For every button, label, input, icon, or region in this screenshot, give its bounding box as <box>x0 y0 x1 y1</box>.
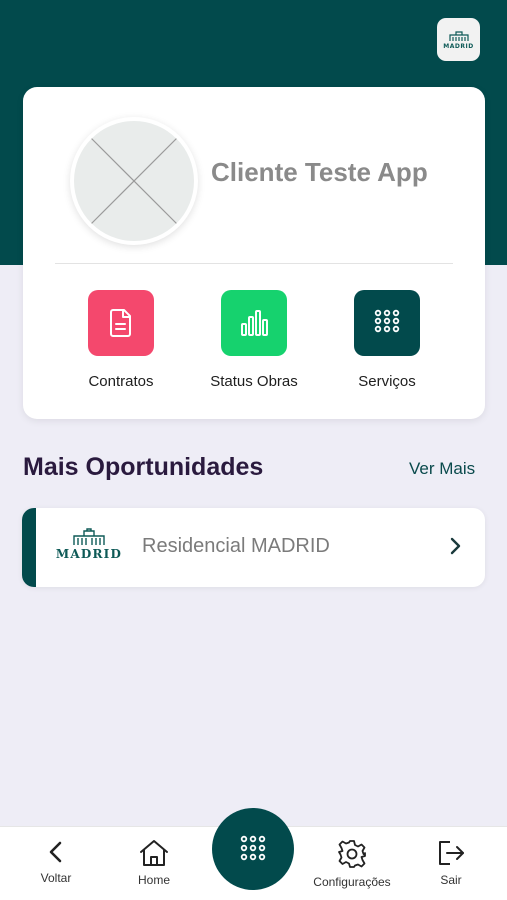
opportunity-name: Residencial MADRID <box>142 535 330 557</box>
see-more-link[interactable]: Ver Mais <box>409 459 475 479</box>
card-divider <box>55 263 453 264</box>
nav-sair[interactable]: Sair <box>401 839 501 887</box>
contratos-button[interactable] <box>88 290 154 356</box>
building-logo-icon <box>73 528 105 545</box>
shortcut-status-obras[interactable]: Status Obras <box>189 290 319 390</box>
section-title: Mais Oportunidades <box>23 453 264 481</box>
building-logo-icon <box>448 30 469 41</box>
logout-icon <box>439 841 464 865</box>
nav-center-menu-button[interactable] <box>212 808 294 890</box>
grid-dots-icon <box>374 309 400 333</box>
bar-chart-icon <box>241 310 268 336</box>
shortcut-label: Contratos <box>88 373 154 390</box>
nav-label: Sair <box>440 873 462 887</box>
avatar-placeholder-icon <box>83 130 185 232</box>
opportunity-accent-bar <box>22 508 36 587</box>
servicos-button[interactable] <box>354 290 420 356</box>
chevron-left-icon <box>49 841 62 863</box>
grid-dots-icon <box>240 835 266 861</box>
shortcut-servicos[interactable]: Serviços <box>322 290 452 390</box>
chevron-right-icon <box>450 537 461 555</box>
nav-home[interactable]: Home <box>104 839 204 887</box>
profile-card: Cliente Teste App Contratos Status Obras… <box>23 87 485 419</box>
opportunity-card[interactable]: MADRID Residencial MADRID <box>22 508 485 587</box>
home-icon <box>140 840 168 866</box>
nav-voltar[interactable]: Voltar <box>6 839 106 885</box>
shortcut-label: Status Obras <box>210 373 298 390</box>
opportunity-logo: MADRID <box>56 528 122 568</box>
nav-label: Configurações <box>313 875 391 889</box>
header-logo-text: MADRID <box>443 42 474 50</box>
opportunity-logo-text: MADRID <box>55 547 123 561</box>
profile-name: Cliente Teste App <box>211 157 428 187</box>
nav-configuracoes[interactable]: Configurações <box>302 839 402 889</box>
document-icon <box>110 309 131 337</box>
shortcut-contratos[interactable]: Contratos <box>56 290 186 390</box>
avatar-frame <box>70 117 198 245</box>
nav-label: Voltar <box>40 871 72 885</box>
nav-label: Home <box>137 873 170 887</box>
avatar[interactable] <box>74 121 194 241</box>
shortcut-label: Serviços <box>358 373 416 390</box>
gear-icon <box>338 840 366 868</box>
header-logo-button[interactable]: MADRID <box>437 18 480 61</box>
status-obras-button[interactable] <box>221 290 287 356</box>
